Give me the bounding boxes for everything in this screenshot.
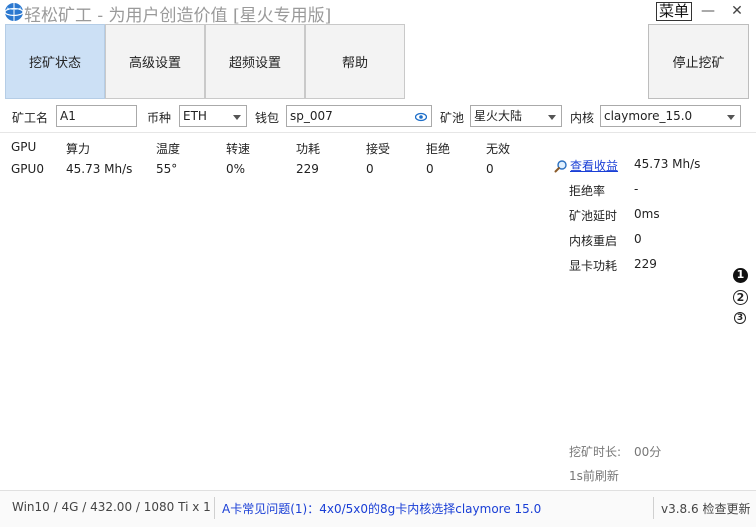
system-info: Win10 / 4G / 432.00 / 1080 Ti x 1 [12,500,211,514]
pool-select[interactable]: 星火大陆 [470,105,562,127]
status-separator [653,497,654,519]
window-title: 轻松矿工 - 为用户创造价值 [星火专用版] [24,6,332,26]
wallet-label: 钱包 [255,111,280,125]
divider [0,132,756,133]
coin-label: 币种 [147,111,172,125]
kernel-restart-label: 内核重启 [569,234,618,248]
pool-label: 矿池 [440,111,465,125]
column-header-temperature: 温度 [156,142,181,156]
column-header-gpu: GPU [11,140,37,154]
menu-button[interactable]: 菜单 [656,2,693,21]
wallet-input[interactable]: sp_007 [286,105,432,127]
magnifier-icon [554,159,567,172]
reject-rate-label: 拒绝率 [569,184,606,198]
column-header-hashrate: 算力 [66,142,91,156]
cell-power: 229 [296,162,319,176]
column-header-invalid: 无效 [486,142,511,156]
pool-select-value: 星火大陆 [474,109,523,123]
coin-select-value: ETH [183,109,207,123]
cell-fan-speed: 0% [226,162,246,176]
page-indicators: 1 2 3 [733,268,749,331]
view-earnings-link[interactable]: 查看收益 [554,157,618,174]
cell-temperature: 55° [156,162,178,176]
gpu-power-label: 显卡功耗 [569,259,618,273]
kernel-select-value: claymore_15.0 [604,109,693,123]
wallet-input-value: sp_007 [290,109,333,123]
worker-name-label: 矿工名 [12,111,49,125]
version-check-update[interactable]: v3.8.6 检查更新 [661,500,750,517]
eye-icon[interactable] [415,111,427,123]
pool-latency-value: 0ms [634,207,660,221]
kernel-select[interactable]: claymore_15.0 [600,105,741,127]
tab-advanced-settings[interactable]: 高级设置 [105,24,205,99]
column-header-fan-speed: 转速 [226,142,251,156]
reject-rate-value: - [634,182,639,196]
cell-hashrate: 45.73 Mh/s [66,162,133,176]
page-indicator-2[interactable]: 2 [733,290,748,305]
tab-mining-status[interactable]: 挖矿状态 [5,24,105,99]
column-header-rejected: 拒绝 [426,142,451,156]
gpu-power-value: 229 [634,257,657,271]
column-header-power: 功耗 [296,142,321,156]
page-indicator-3[interactable]: 3 [734,312,746,324]
close-button[interactable]: ✕ [729,0,745,22]
pool-latency-label: 矿池延时 [569,209,618,223]
chevron-down-icon [233,115,241,120]
cell-rejected: 0 [426,162,434,176]
chevron-down-icon [548,115,556,120]
cell-invalid: 0 [486,162,494,176]
worker-name-input[interactable]: A1 [56,105,137,127]
mining-time-label: 挖矿时长: [569,445,622,459]
app-logo-icon [4,3,24,21]
status-bar: Win10 / 4G / 432.00 / 1080 Ti x 1 A卡常见问题… [0,490,756,527]
tip-link[interactable]: A卡常见问题(1)：4x0/5x0的8g卡内核选择claymore 15.0 [222,500,541,517]
tab-help[interactable]: 帮助 [305,24,405,99]
title-bar: 轻松矿工 - 为用户创造价值 [星火专用版] 菜单 — ✕ [0,0,756,26]
cell-gpu: GPU0 [11,162,44,176]
minimize-button[interactable]: — [700,0,716,22]
page-indicator-1[interactable]: 1 [733,268,748,283]
status-separator [214,497,215,519]
stop-mining-button[interactable]: 停止挖矿 [648,24,749,99]
total-hashrate: 45.73 Mh/s [634,157,701,171]
kernel-label: 内核 [570,111,595,125]
cell-accepted: 0 [366,162,374,176]
column-header-accepted: 接受 [366,142,391,156]
mining-time-value: 00分 [634,445,662,459]
kernel-restart-value: 0 [634,232,642,246]
tab-overclock-settings[interactable]: 超频设置 [205,24,305,99]
coin-select[interactable]: ETH [179,105,247,127]
chevron-down-icon [727,115,735,120]
refresh-status: 1s前刷新 [569,469,619,483]
view-earnings-label[interactable]: 查看收益 [570,157,618,174]
